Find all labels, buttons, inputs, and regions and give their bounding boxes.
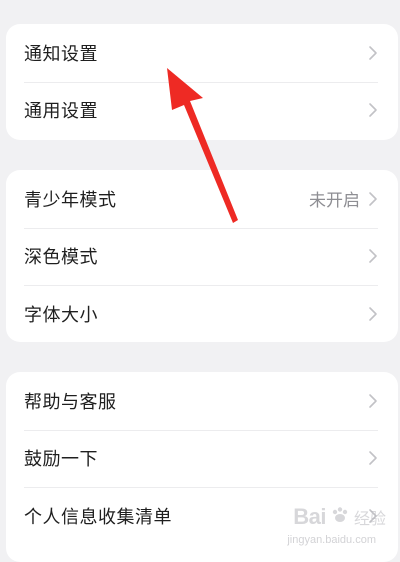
- paw-icon: [330, 505, 350, 529]
- settings-row-dark-mode[interactable]: 深色模式: [6, 227, 398, 286]
- chevron-right-icon: [368, 191, 378, 207]
- settings-row-label: 深色模式: [24, 247, 98, 269]
- watermark-brand: Bai: [293, 504, 326, 529]
- chevron-right-icon: [368, 102, 378, 118]
- watermark-url: jingyan.baidu.com: [287, 534, 376, 546]
- chevron-right-icon: [368, 248, 378, 264]
- settings-row-encourage[interactable]: 鼓励一下: [6, 429, 398, 488]
- watermark-text: 经验: [353, 509, 386, 528]
- chevron-right-icon: [368, 306, 378, 322]
- chevron-right-icon: [368, 45, 378, 61]
- settings-row-teen-mode[interactable]: 青少年模式 未开启: [6, 170, 398, 228]
- settings-row-help-support[interactable]: 帮助与客服: [6, 372, 398, 430]
- settings-row-font-size[interactable]: 字体大小: [6, 285, 398, 342]
- settings-row-label: 鼓励一下: [24, 449, 98, 471]
- settings-row-general[interactable]: 通用设置: [6, 81, 398, 140]
- chevron-right-icon: [368, 450, 378, 466]
- baidu-jingyan-watermark: Bai 经验: [293, 504, 386, 530]
- settings-row-label: 通用设置: [24, 101, 98, 123]
- settings-row-label: 通知设置: [24, 43, 98, 65]
- settings-row-notification[interactable]: 通知设置: [6, 24, 398, 82]
- settings-row-label: 字体大小: [24, 304, 98, 326]
- settings-row-label: 帮助与客服: [24, 391, 117, 413]
- settings-group-general: 通知设置 通用设置: [6, 24, 398, 140]
- teen-mode-status: 未开启: [309, 191, 360, 212]
- settings-row-label: 青少年模式: [24, 189, 117, 211]
- chevron-right-icon: [368, 393, 378, 409]
- settings-group-display: 青少年模式 未开启 深色模式 字体大小: [6, 170, 398, 342]
